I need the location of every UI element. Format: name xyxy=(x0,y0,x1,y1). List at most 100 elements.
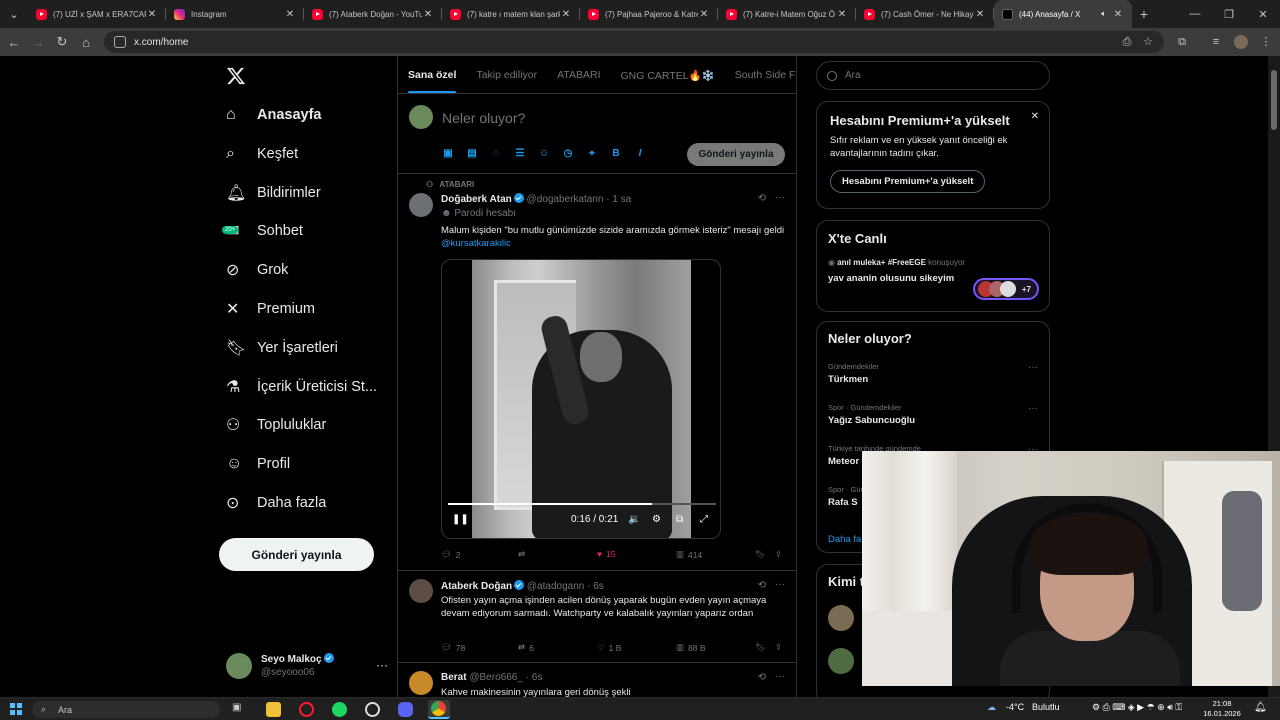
tab-close-icon[interactable]: ✕ xyxy=(422,9,434,20)
reply-button[interactable]: 💬︎ 2 xyxy=(441,549,461,560)
bookmark-button[interactable]: 🔖︎ xyxy=(755,642,766,653)
tweet-handle[interactable]: @dogaberkatann xyxy=(527,194,604,205)
views-button[interactable]: ▥ 414 xyxy=(676,549,702,560)
close-window-icon[interactable]: ✕ xyxy=(1246,0,1280,28)
tweet-more-icon[interactable]: ··· xyxy=(775,671,785,682)
file-explorer-icon[interactable] xyxy=(266,702,281,717)
install-app-icon[interactable]: ⎙ xyxy=(1119,34,1135,50)
post-button[interactable]: Gönderi yayınla xyxy=(219,538,374,571)
opera-icon[interactable] xyxy=(299,702,314,717)
image-icon[interactable]: ▣ xyxy=(442,148,454,160)
notification-icon[interactable]: 🔔︎ xyxy=(1254,702,1267,713)
pause-icon[interactable]: ❚❚ xyxy=(452,514,469,525)
nav-item-home[interactable]: ⌂ Anasayfa xyxy=(218,97,388,133)
nav-item-grok[interactable]: ⊘ Grok xyxy=(218,252,388,288)
tweet-author[interactable]: Doğaberk Atan xyxy=(441,194,512,205)
weather-icon[interactable]: ☁ xyxy=(987,702,996,713)
weather-temp[interactable]: -4°C xyxy=(1006,702,1024,712)
trend-item[interactable]: Gündemdekiler Türkmen ··· xyxy=(828,362,1038,385)
timeline-tab[interactable]: Sana özel xyxy=(398,56,466,93)
repost-button[interactable]: ⇄ 6 xyxy=(518,642,534,653)
browser-tab[interactable]: (7) katre ı matem klan şarkı ✕ xyxy=(442,0,580,28)
new-tab-button[interactable]: + xyxy=(1132,6,1156,22)
italic-icon[interactable]: I xyxy=(634,148,646,160)
spotify-icon[interactable] xyxy=(332,702,347,717)
tweet-avatar[interactable] xyxy=(409,579,433,603)
suggested-avatar[interactable] xyxy=(828,648,854,674)
tweet[interactable]: ⚇ ATABARI Doğaberk Atan @dogaberkatann ·… xyxy=(398,174,796,571)
like-button[interactable]: ♡ 1 B xyxy=(597,642,621,653)
tab-close-icon[interactable]: ✕ xyxy=(1112,9,1124,20)
trends-more-link[interactable]: Daha fa xyxy=(828,534,861,545)
home-button-icon[interactable]: ⌂ xyxy=(74,35,98,50)
tweet[interactable]: Berat @Bero666_ · 6s ⟲ ··· Kahve makines… xyxy=(398,663,796,697)
chrome-icon[interactable] xyxy=(428,700,450,719)
tweet-time[interactable]: · 1 sa xyxy=(606,194,631,205)
trend-more-icon[interactable]: ··· xyxy=(1028,403,1038,414)
browser-tab[interactable]: (44) Anasayfa / X 🔈︎ ✕ xyxy=(994,0,1132,28)
browser-tab[interactable]: (7) UZİ x ŞAM x ERA7CAPONE✕ xyxy=(28,0,166,28)
task-view-icon[interactable]: ▣ xyxy=(232,702,247,717)
nav-item-more-circle[interactable]: ⊙ Daha fazla xyxy=(218,485,388,521)
tab-close-icon[interactable]: ✕ xyxy=(560,9,572,20)
tab-close-icon[interactable]: ✕ xyxy=(974,9,986,20)
tweet-handle[interactable]: @Bero666_ xyxy=(469,672,523,683)
share-button[interactable]: ⇪ xyxy=(775,549,782,560)
suggested-avatar[interactable] xyxy=(828,605,854,631)
timeline-tab[interactable]: ATABARI xyxy=(547,56,610,93)
nav-item-bookmark[interactable]: 🔖︎ Yer İşaretleri xyxy=(218,330,388,366)
nav-item-bell[interactable]: 🔔︎ Bildirimler xyxy=(218,175,388,211)
live-card[interactable]: X'te Canlı ◉ anıl muleka+ #FreeEGE konuş… xyxy=(816,220,1050,312)
tweet-author[interactable]: Berat xyxy=(441,672,467,683)
grok-explain-icon[interactable]: ⟲ xyxy=(758,672,766,683)
nav-item-mail[interactable]: ✉20+ Sohbet xyxy=(218,213,388,249)
bold-icon[interactable]: B xyxy=(610,148,622,160)
composer-input[interactable]: Neler oluyor? xyxy=(442,110,525,126)
browser-menu-icon[interactable]: ⋮ xyxy=(1258,34,1274,50)
composer-post-button[interactable]: Gönderi yayınla xyxy=(687,143,785,166)
minimize-icon[interactable]: — xyxy=(1178,0,1212,28)
trend-more-icon[interactable]: ··· xyxy=(1028,362,1038,373)
nav-item-search[interactable]: ⌕ Keşfet xyxy=(218,136,388,172)
tweet-time[interactable]: · 6s xyxy=(526,672,543,683)
browser-tab[interactable]: (7) Cash Ömer - Ne Hikaye ✕ xyxy=(856,0,994,28)
listeners-pill[interactable]: +7 xyxy=(973,278,1039,300)
tab-close-icon[interactable]: ✕ xyxy=(284,9,296,20)
tweet-handle[interactable]: @atadogann xyxy=(527,581,584,592)
x-logo-icon[interactable] xyxy=(226,66,250,90)
tweet-author[interactable]: Ataberk Doğan xyxy=(441,581,512,592)
tab-close-icon[interactable]: ✕ xyxy=(146,9,158,20)
tweet-video[interactable]: ❚❚ 0:16 / 0:21 🔉 ⚙ ⧉ ⤢ xyxy=(441,259,721,539)
nav-item-flask[interactable]: ⚗ İçerik Üreticisi St... xyxy=(218,369,388,405)
taskbar-search[interactable]: ⌕ Ara xyxy=(32,701,220,718)
tweet[interactable]: Ataberk Doğan @atadogann · 6s ⟲ ··· Ofis… xyxy=(398,571,796,663)
emoji-icon[interactable]: ☺ xyxy=(538,148,550,160)
discord-icon[interactable] xyxy=(398,702,413,717)
repost-button[interactable]: ⇄ xyxy=(518,549,525,560)
account-more-icon[interactable]: ··· xyxy=(376,658,388,672)
video-progress-bar[interactable] xyxy=(448,503,716,505)
grok-explain-icon[interactable]: ⟲ xyxy=(758,580,766,591)
profile-avatar-icon[interactable] xyxy=(1234,35,1248,49)
nav-item-communities[interactable]: ⚇ Topluluklar xyxy=(218,407,388,443)
browser-tab[interactable]: Instagram ✕ xyxy=(166,0,304,28)
nav-item-x[interactable]: ✕ Premium xyxy=(218,291,388,327)
tweet-mention-link[interactable]: @kursatkarakilic xyxy=(441,238,511,249)
extensions-icon[interactable]: ⧉ xyxy=(1174,34,1190,50)
video-settings-icon[interactable]: ⚙ xyxy=(652,514,661,525)
tab-audio-icon[interactable]: 🔈︎ xyxy=(1101,9,1106,19)
share-button[interactable]: ⇪ xyxy=(775,642,782,653)
browser-tab[interactable]: (7) Pajhaa Pajeroo & Katre ✕ xyxy=(580,0,718,28)
gif-icon[interactable]: ▤ xyxy=(466,148,478,160)
tweet-more-icon[interactable]: ··· xyxy=(775,579,785,590)
picture-in-picture-icon[interactable]: ⧉ xyxy=(676,514,683,525)
tweet-more-icon[interactable]: ··· xyxy=(775,192,785,203)
search-input[interactable]: Ara xyxy=(816,61,1050,90)
tab-search-icon[interactable]: ⌄ xyxy=(0,0,28,28)
timeline-tab[interactable]: GNG CARTEL🔥❄️ xyxy=(611,56,725,93)
account-switcher[interactable]: Seyo Malkoç @seyooo06 ··· xyxy=(226,646,396,686)
bookmark-button[interactable]: 🔖︎ xyxy=(755,549,766,560)
fullscreen-icon[interactable]: ⤢ xyxy=(700,514,708,525)
trend-item[interactable]: Spor · Gündemdekiler Yağız Sabuncuoğlu ··· xyxy=(828,403,1038,426)
maximize-icon[interactable]: ❐ xyxy=(1212,0,1246,28)
